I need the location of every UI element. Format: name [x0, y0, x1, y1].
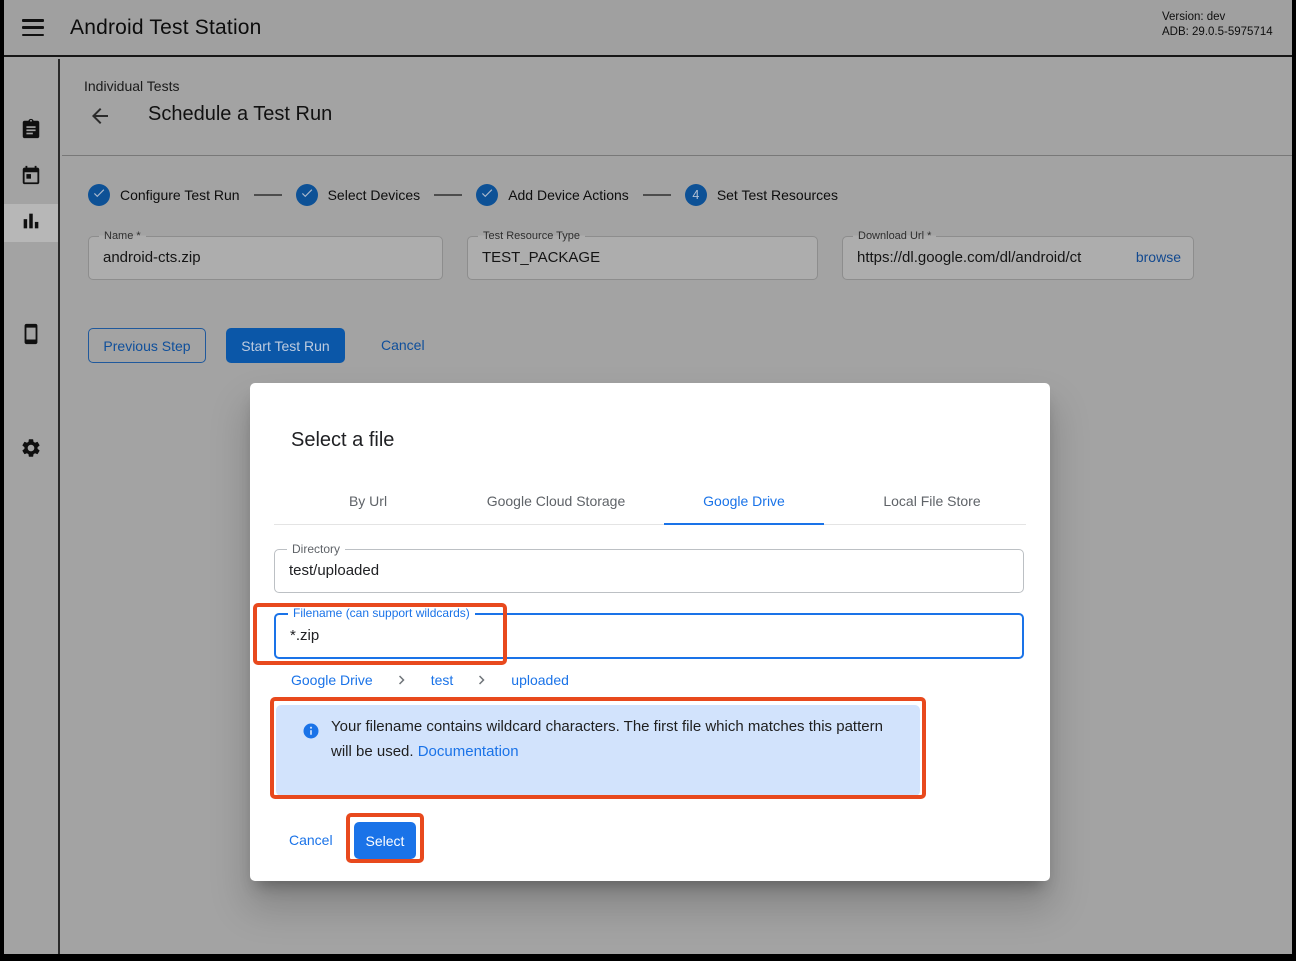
- hamburger-menu-icon[interactable]: [22, 19, 44, 36]
- tab-label: By Url: [349, 493, 387, 509]
- smartphone-icon: [20, 323, 42, 350]
- step-label: Select Devices: [328, 187, 421, 203]
- adb-version-label: ADB: 29.0.5-5975714: [1162, 25, 1273, 40]
- dialog-select-button[interactable]: Select: [354, 822, 416, 859]
- filename-input[interactable]: [290, 616, 996, 654]
- check-icon: [92, 186, 106, 205]
- alert-message: Your filename contains wildcard characte…: [331, 718, 883, 760]
- step-done-circle: [88, 184, 110, 206]
- chevron-right-icon: [473, 671, 491, 689]
- app-header: Android Test Station Version: dev ADB: 2…: [4, 0, 1292, 57]
- tab-label: Google Cloud Storage: [487, 493, 626, 509]
- previous-step-button[interactable]: Previous Step: [88, 328, 206, 363]
- sidebar-item-test-results[interactable]: [4, 204, 58, 242]
- resource-type-field-value: TEST_PACKAGE: [482, 237, 803, 278]
- step-select-devices[interactable]: Select Devices: [296, 184, 421, 206]
- step-connector: [254, 194, 282, 197]
- gear-icon: [20, 437, 42, 464]
- dialog-tabs: By Url Google Cloud Storage Google Drive…: [274, 477, 1026, 525]
- directory-field: Directory: [274, 549, 1024, 593]
- sidebar-item-settings[interactable]: [4, 431, 58, 469]
- sidebar-item-tests[interactable]: [4, 112, 58, 150]
- sidebar: [4, 59, 60, 954]
- page-cancel-button[interactable]: Cancel: [381, 328, 425, 363]
- divider: [62, 155, 1292, 156]
- documentation-link[interactable]: Documentation: [418, 743, 519, 760]
- download-url-field[interactable]: Download Url * https://dl.google.com/dl/…: [842, 236, 1194, 280]
- info-icon: [302, 722, 320, 740]
- breadcrumb-test[interactable]: test: [431, 672, 454, 688]
- tests-icon: [20, 118, 42, 145]
- calendar-icon: [20, 164, 42, 191]
- filename-field: Filename (can support wildcards): [274, 613, 1024, 659]
- name-field-value: android-cts.zip: [103, 237, 428, 278]
- directory-input[interactable]: [289, 551, 997, 589]
- step-add-device-actions[interactable]: Add Device Actions: [476, 184, 629, 206]
- tab-google-cloud-storage[interactable]: Google Cloud Storage: [462, 477, 650, 524]
- page-title: Schedule a Test Run: [148, 103, 332, 126]
- breadcrumb: Google Drive test uploaded: [291, 671, 569, 689]
- dialog-cancel-button[interactable]: Cancel: [289, 822, 333, 859]
- app-screen: Android Test Station Version: dev ADB: 2…: [4, 0, 1292, 954]
- start-test-run-button[interactable]: Start Test Run: [226, 328, 345, 363]
- step-label: Configure Test Run: [120, 187, 240, 203]
- step-label: Set Test Resources: [717, 187, 838, 203]
- sidebar-item-devices[interactable]: [4, 317, 58, 355]
- check-icon: [480, 186, 494, 205]
- step-done-circle: [476, 184, 498, 206]
- download-url-field-value: https://dl.google.com/dl/android/ct: [857, 237, 1127, 278]
- step-number: 4: [692, 188, 699, 202]
- wildcard-info-alert: Your filename contains wildcard characte…: [276, 705, 920, 796]
- bar-chart-icon: [20, 210, 42, 237]
- breadcrumb-google-drive[interactable]: Google Drive: [291, 672, 373, 688]
- browse-link[interactable]: browse: [1136, 237, 1181, 278]
- version-label: Version: dev: [1162, 10, 1273, 25]
- tab-local-file-store[interactable]: Local File Store: [838, 477, 1026, 524]
- dialog-title: Select a file: [291, 429, 394, 452]
- app-title: Android Test Station: [70, 16, 262, 40]
- version-info: Version: dev ADB: 29.0.5-5975714: [1162, 10, 1273, 40]
- alert-text: Your filename contains wildcard characte…: [331, 714, 903, 764]
- step-connector: [643, 194, 671, 197]
- step-configure-test-run[interactable]: Configure Test Run: [88, 184, 240, 206]
- file-picker-dialog: Select a file By Url Google Cloud Storag…: [250, 383, 1050, 881]
- resource-type-field[interactable]: Test Resource Type TEST_PACKAGE: [467, 236, 818, 280]
- sidebar-item-test-plans[interactable]: [4, 158, 58, 196]
- step-active-circle: 4: [685, 184, 707, 206]
- step-connector: [434, 194, 462, 197]
- tab-by-url[interactable]: By Url: [274, 477, 462, 524]
- step-set-test-resources[interactable]: 4 Set Test Resources: [685, 184, 838, 206]
- tab-label: Google Drive: [703, 493, 785, 509]
- check-icon: [300, 186, 314, 205]
- back-arrow-icon: [88, 115, 112, 132]
- breadcrumb-uploaded[interactable]: uploaded: [511, 672, 569, 688]
- section-label: Individual Tests: [84, 78, 179, 94]
- chevron-right-icon: [393, 671, 411, 689]
- tab-google-drive[interactable]: Google Drive: [650, 477, 838, 524]
- step-label: Add Device Actions: [508, 187, 629, 203]
- step-done-circle: [296, 184, 318, 206]
- name-field[interactable]: Name * android-cts.zip: [88, 236, 443, 280]
- tab-label: Local File Store: [883, 493, 980, 509]
- back-button[interactable]: [88, 104, 112, 128]
- tab-underline: [664, 523, 824, 525]
- stepper: Configure Test Run Select Devices Add De…: [88, 183, 838, 207]
